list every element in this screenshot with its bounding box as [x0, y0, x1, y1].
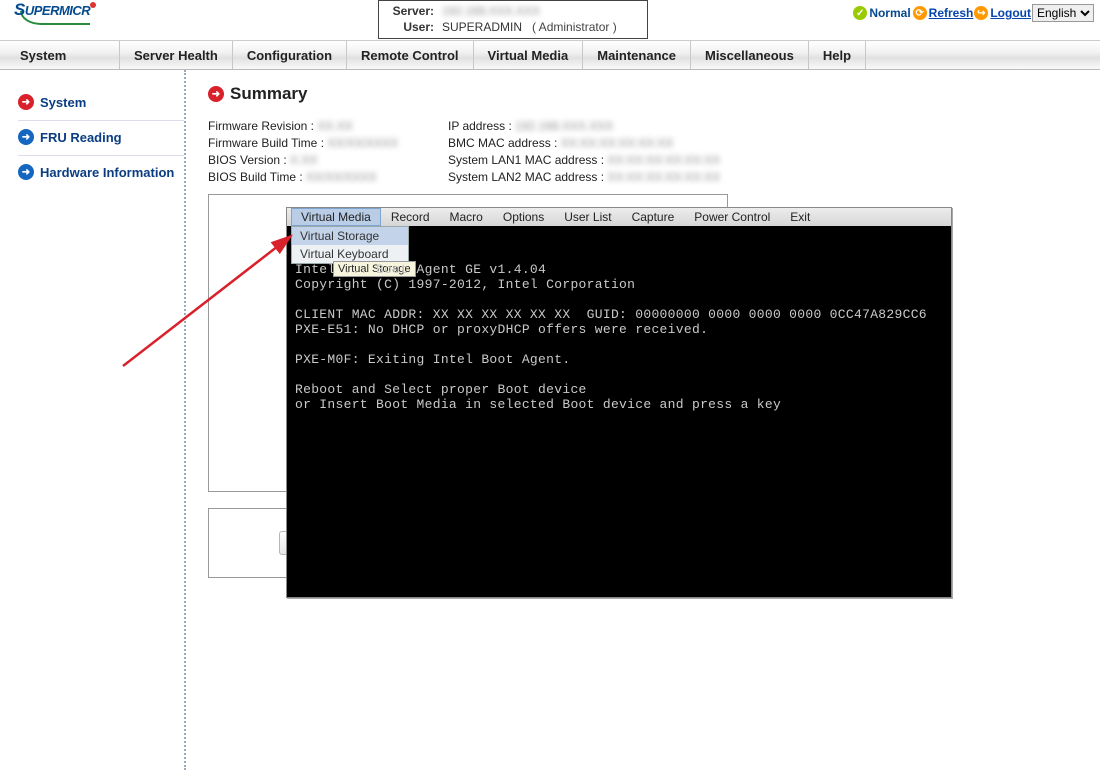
sidebar-item-system[interactable]: ➜ System	[18, 86, 184, 121]
menu-remote-control[interactable]: Remote Control	[347, 41, 474, 69]
status-text: Normal	[869, 6, 910, 20]
sidebar-item-hwinfo[interactable]: ➜ Hardware Information	[18, 156, 184, 190]
user-label: User:	[387, 19, 442, 35]
page-title-text: Summary	[230, 84, 307, 104]
user-role: ( Administrator )	[532, 19, 617, 35]
summary-info: Firmware Revision : XX.XX Firmware Build…	[208, 118, 1100, 186]
fw-rev-value: XX.XX	[317, 118, 352, 135]
server-info-box: Server: 192.168.XXX.XXX User: SUPERADMIN…	[378, 0, 648, 39]
kvm-menu-macro[interactable]: Macro	[440, 208, 493, 226]
kvm-menu-bar: Virtual Media Record Macro Options User …	[287, 208, 951, 226]
fw-rev-label: Firmware Revision :	[208, 119, 314, 133]
user-value: SUPERADMIN	[442, 19, 522, 35]
sidebar-label: FRU Reading	[40, 130, 122, 145]
lan1-value: XX:XX:XX:XX:XX:XX	[607, 152, 720, 169]
bios-bld-value: XX/XX/XXXX	[306, 169, 377, 186]
main-menu-bar: System Server Health Configuration Remot…	[0, 40, 1100, 70]
logout-link[interactable]: Logout	[990, 6, 1031, 20]
kvm-dd-virtual-storage[interactable]: Virtual Storage	[292, 227, 408, 245]
menu-virtual-media[interactable]: Virtual Media	[474, 41, 584, 69]
sidebar-label: System	[40, 95, 86, 110]
language-select[interactable]: English	[1032, 4, 1094, 22]
kvm-menu-exit[interactable]: Exit	[780, 208, 820, 226]
summary-col-1: Firmware Revision : XX.XX Firmware Build…	[208, 118, 408, 186]
sidebar-label: Hardware Information	[40, 165, 174, 180]
brand-initial: S	[14, 0, 25, 19]
fw-build-label: Firmware Build Time :	[208, 136, 324, 150]
bios-ver-label: BIOS Version :	[208, 153, 287, 167]
logout-icon[interactable]: ↪	[974, 6, 988, 20]
menu-configuration[interactable]: Configuration	[233, 41, 347, 69]
bmcmac-value: XX:XX:XX:XX:XX:XX	[561, 135, 674, 152]
ip-value: 192.168.XXX.XXX	[515, 118, 613, 135]
arrow-right-icon: ➜	[18, 129, 34, 145]
menu-server-health[interactable]: Server Health	[120, 41, 233, 69]
arrow-right-icon: ➜	[18, 164, 34, 180]
top-bar: SUPERMICR Server: 192.168.XXX.XXX User: …	[0, 0, 1100, 36]
server-label: Server:	[387, 3, 442, 19]
page-title: ➜ Summary	[208, 84, 1100, 104]
sidebar: ➜ System ➜ FRU Reading ➜ Hardware Inform…	[0, 70, 186, 770]
lan1-label: System LAN1 MAC address :	[448, 153, 604, 167]
status-ok-icon: ✓	[853, 6, 867, 20]
ip-label: IP address :	[448, 119, 512, 133]
kvm-menu-user-list[interactable]: User List	[554, 208, 621, 226]
refresh-icon[interactable]: ⟳	[913, 6, 927, 20]
kvm-menu-capture[interactable]: Capture	[622, 208, 685, 226]
bios-bld-label: BIOS Build Time :	[208, 170, 303, 184]
kvm-menu-options[interactable]: Options	[493, 208, 554, 226]
arrow-right-icon: ➜	[208, 86, 224, 102]
top-links: ✓ Normal ⟳ Refresh ↪ Logout English	[853, 4, 1094, 22]
bmcmac-label: BMC MAC address :	[448, 136, 557, 150]
menu-miscellaneous[interactable]: Miscellaneous	[691, 41, 809, 69]
brand-logo: SUPERMICR	[14, 0, 96, 20]
menu-maintenance[interactable]: Maintenance	[583, 41, 691, 69]
sidebar-item-fru[interactable]: ➜ FRU Reading	[18, 121, 184, 156]
kvm-menu-record[interactable]: Record	[381, 208, 440, 226]
summary-col-2: IP address : 192.168.XXX.XXX BMC MAC add…	[448, 118, 720, 186]
brand-dot-icon	[90, 2, 96, 8]
refresh-link[interactable]: Refresh	[929, 6, 974, 20]
server-value: 192.168.XXX.XXX	[442, 3, 540, 19]
lan2-value: XX:XX:XX:XX:XX:XX	[607, 169, 720, 186]
kvm-terminal-output: Intel ... Boot Agent GE v1.4.04 Copyrigh…	[287, 256, 951, 597]
kvm-console-window[interactable]: Virtual Media Record Macro Options User …	[286, 207, 952, 598]
arrow-right-icon: ➜	[18, 94, 34, 110]
menu-system[interactable]: System	[0, 41, 120, 69]
menu-help[interactable]: Help	[809, 41, 866, 69]
kvm-menu-virtual-media[interactable]: Virtual Media	[291, 208, 381, 226]
bios-ver-value: X.XX	[290, 152, 317, 169]
fw-build-value: XX/XX/XXXX	[327, 135, 398, 152]
kvm-menu-power-control[interactable]: Power Control	[684, 208, 780, 226]
lan2-label: System LAN2 MAC address :	[448, 170, 604, 184]
brand-rest: UPERMICR	[25, 3, 90, 18]
